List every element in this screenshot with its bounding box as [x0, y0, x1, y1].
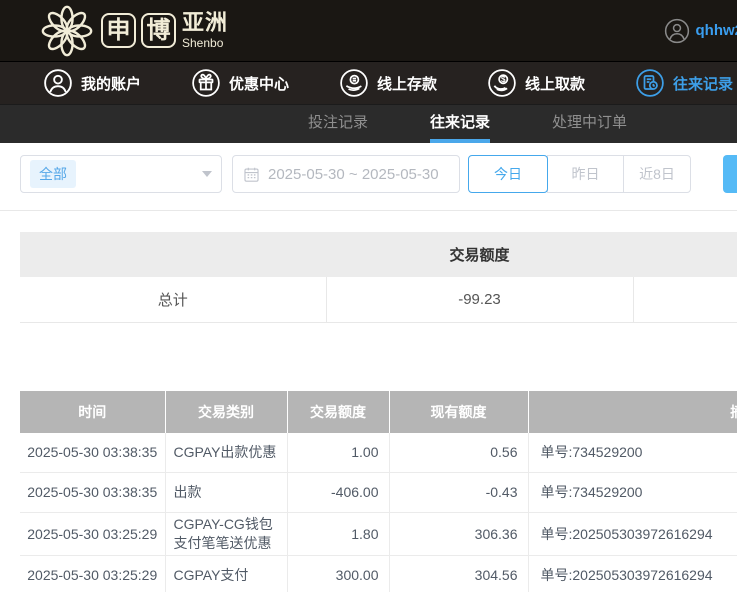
logo-wordmark: 亚洲 Shenbo [182, 12, 228, 49]
tab-betting-records[interactable]: 投注记录 [308, 105, 368, 143]
logo-subtitle: Shenbo [182, 37, 228, 49]
logo-char-bo: 博 [141, 13, 176, 48]
summary-header-blank [20, 232, 326, 277]
table-row: 2025-05-30 03:38:35 CGPAY出款优惠 1.00 0.56 … [20, 433, 737, 473]
records-header-row: 时间 交易类别 交易额度 现有额度 摘要 [20, 391, 737, 433]
nav-item-label: 往来记录 [673, 73, 733, 94]
cell-summary: 单号:202505303972616294 [528, 513, 737, 556]
col-summary: 摘要 [528, 391, 737, 433]
withdraw-icon: $ [487, 68, 517, 98]
col-balance: 现有额度 [389, 391, 528, 433]
cell-type: 出款 [165, 473, 287, 513]
sub-tab-bar: 投注记录 往来记录 处理中订单 [0, 105, 737, 143]
cell-balance: 0.56 [389, 433, 528, 473]
chevron-down-icon [202, 171, 212, 177]
cell-time: 2025-05-30 03:38:35 [20, 433, 165, 473]
cell-amount: 300.00 [287, 556, 389, 592]
main-nav: 我的账户 优惠中心 线上存款 $ 线上取款 [0, 62, 737, 105]
cell-type: CGPAY-CG钱包支付笔笔送优惠 [165, 513, 287, 556]
search-button[interactable] [723, 155, 737, 193]
cell-summary: 单号:734529200 [528, 473, 737, 513]
last-8-days-button[interactable]: 近8日 [623, 155, 691, 193]
logo-region-text: 亚洲 [182, 12, 228, 34]
filter-bar: 全部 2025-05-30 ~ 2025-05-30 今日 昨日 近8日 [0, 155, 737, 193]
col-amount: 交易额度 [287, 391, 389, 433]
logo-char-shen: 申 [101, 13, 136, 48]
cell-summary: 单号:734529200 [528, 433, 737, 473]
records-icon [635, 68, 665, 98]
cell-amount: 1.80 [287, 513, 389, 556]
selected-filter-chip: 全部 [30, 160, 76, 188]
top-header: 申 博 亚洲 Shenbo qhhw2 [0, 0, 737, 62]
table-row: 2025-05-30 03:38:35 出款 -406.00 -0.43 单号:… [20, 473, 737, 513]
cell-amount: -406.00 [287, 473, 389, 513]
nav-item-label: 优惠中心 [229, 73, 289, 94]
summary-table: 交易额度 总计 -99.23 [20, 232, 737, 323]
date-range-input[interactable]: 2025-05-30 ~ 2025-05-30 [232, 155, 460, 193]
today-button[interactable]: 今日 [468, 155, 548, 193]
cell-balance: -0.43 [389, 473, 528, 513]
nav-item-withdraw[interactable]: $ 线上取款 [487, 68, 585, 98]
nav-item-my-account[interactable]: 我的账户 [43, 68, 141, 98]
nav-item-deposit[interactable]: 线上存款 [339, 68, 437, 98]
summary-total-label: 总计 [20, 277, 326, 322]
username: qhhw2 [696, 22, 737, 39]
cell-type: CGPAY出款优惠 [165, 433, 287, 473]
user-icon [43, 68, 73, 98]
yesterday-button[interactable]: 昨日 [547, 155, 624, 193]
col-time: 时间 [20, 391, 165, 433]
records-table: 时间 交易类别 交易额度 现有额度 摘要 2025-05-30 03:38:35… [20, 391, 737, 592]
avatar-icon [664, 18, 690, 44]
tab-transaction-records[interactable]: 往来记录 [430, 105, 490, 143]
nav-item-label: 线上存款 [377, 73, 437, 94]
deposit-icon [339, 68, 369, 98]
table-row: 2025-05-30 03:25:29 CGPAY-CG钱包支付笔笔送优惠 1.… [20, 513, 737, 556]
summary-total-row: 总计 -99.23 [20, 277, 737, 322]
summary-header-row: 交易额度 [20, 232, 737, 277]
nav-item-label: 我的账户 [81, 73, 141, 94]
summary-header-amount: 交易额度 [326, 232, 633, 277]
cell-balance: 306.36 [389, 513, 528, 556]
nav-item-transaction-records[interactable]: 往来记录 [635, 68, 733, 98]
gift-icon [191, 68, 221, 98]
flower-logo-icon [38, 2, 96, 60]
cell-type: CGPAY支付 [165, 556, 287, 592]
svg-text:$: $ [501, 75, 506, 84]
quick-date-buttons: 今日 昨日 近8日 [468, 155, 691, 193]
summary-total-amount: -99.23 [326, 277, 633, 322]
summary-total-extra [633, 277, 737, 322]
col-type: 交易类别 [165, 391, 287, 433]
cell-time: 2025-05-30 03:25:29 [20, 556, 165, 592]
cell-time: 2025-05-30 03:38:35 [20, 473, 165, 513]
cell-amount: 1.00 [287, 433, 389, 473]
date-range-value: 2025-05-30 ~ 2025-05-30 [268, 166, 439, 183]
type-filter-select[interactable]: 全部 [20, 155, 222, 193]
cell-summary: 单号:202505303972616294 [528, 556, 737, 592]
section-divider [0, 210, 737, 211]
calendar-icon [243, 166, 260, 183]
tab-processing-orders[interactable]: 处理中订单 [552, 105, 627, 143]
cell-time: 2025-05-30 03:25:29 [20, 513, 165, 556]
nav-item-label: 线上取款 [525, 73, 585, 94]
cell-balance: 304.56 [389, 556, 528, 592]
nav-item-promotions[interactable]: 优惠中心 [191, 68, 289, 98]
summary-header-blank-2 [633, 232, 737, 277]
table-row: 2025-05-30 03:25:29 CGPAY支付 300.00 304.5… [20, 556, 737, 592]
account-menu[interactable]: qhhw2 [664, 18, 737, 44]
